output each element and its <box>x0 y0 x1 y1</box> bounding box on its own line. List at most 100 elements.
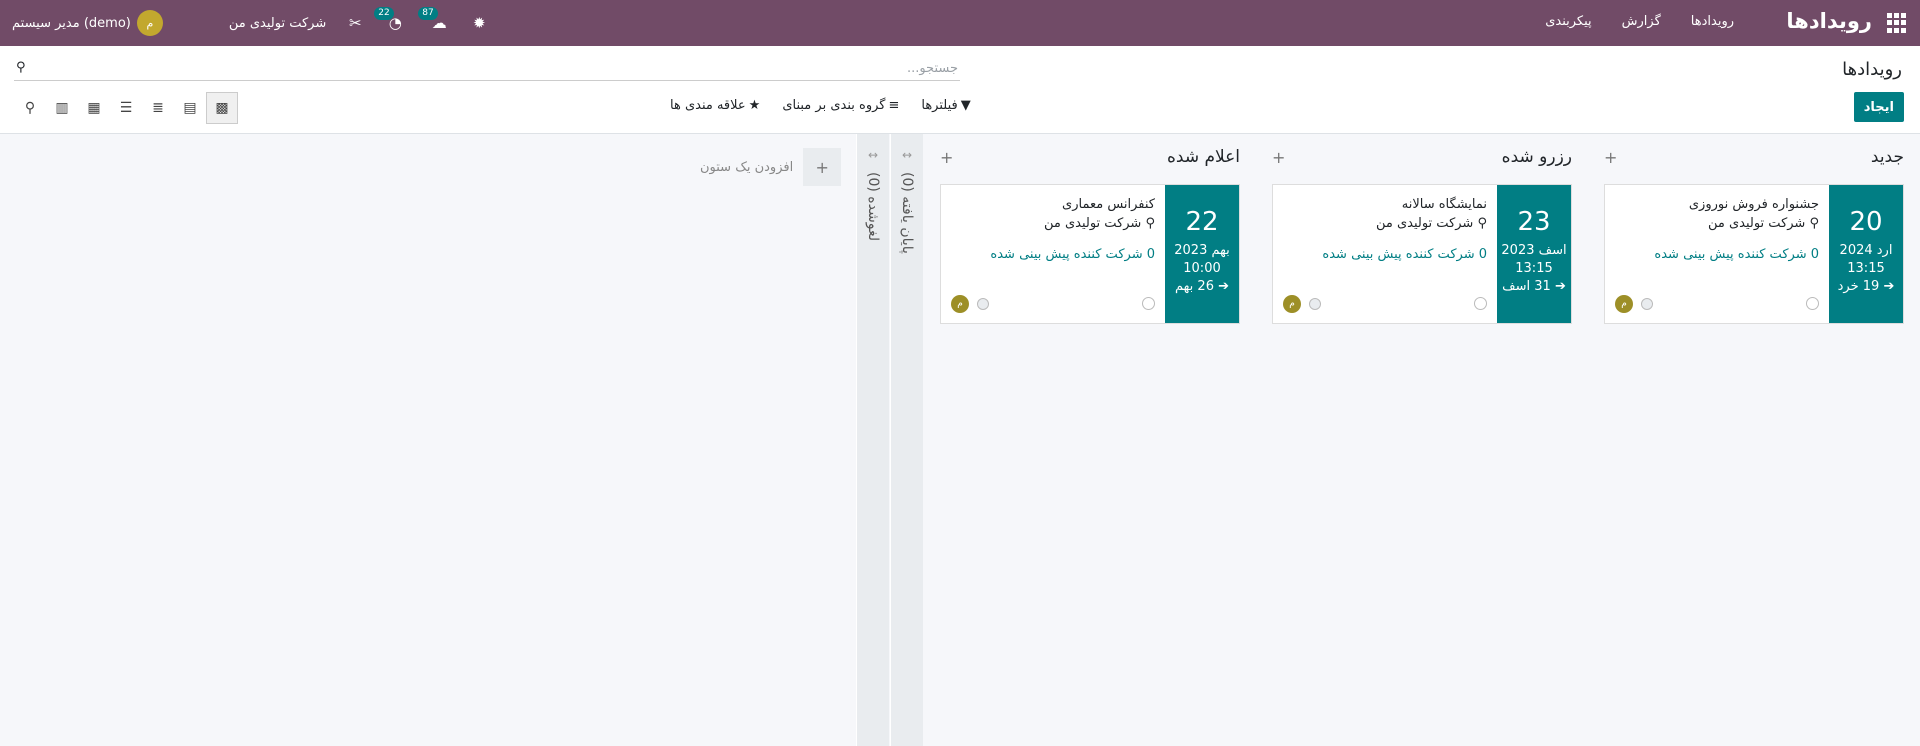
kanban-column: جدید + <box>1604 134 1904 180</box>
add-column[interactable]: + افزودن یک ستون <box>700 148 842 186</box>
messages-badge: 87 <box>418 7 438 20</box>
event-end: ➔ 26 بهم <box>1175 279 1229 294</box>
menu-item-events[interactable]: رویدادها <box>1691 14 1734 29</box>
event-time: 13:15 <box>1847 261 1885 276</box>
quick-create-icon[interactable]: + <box>1272 148 1285 167</box>
pivot-view-icon[interactable]: ▦ <box>78 92 110 124</box>
event-end-date: 19 خرد <box>1837 279 1880 294</box>
filters-toggle[interactable]: ▼فیلترها <box>921 98 970 113</box>
menu-item-report[interactable]: گزارش <box>1622 14 1661 29</box>
star-icon: ★ <box>748 98 761 113</box>
event-location: ⚲ شرکت تولیدی من <box>1615 216 1819 231</box>
quick-create-icon[interactable]: + <box>1604 148 1617 167</box>
search-icon[interactable]: ⚲ <box>16 60 26 75</box>
event-month-year: ارد 2024 <box>1839 243 1893 258</box>
card-body: نمایشگاه سالانه ⚲ شرکت تولیدی من 0 شرکت … <box>1273 185 1497 323</box>
search-options: ▼فیلترها ≡گروه بندی بر مبنای ★علاقه مندی… <box>670 98 971 113</box>
expand-icon: ↔ <box>867 148 879 162</box>
column-header: اعلام شده + <box>940 134 1240 180</box>
event-name: کنفرانس معماری <box>1062 197 1155 212</box>
clock-icon[interactable] <box>1142 297 1155 310</box>
activity-icon[interactable]: ◔ 22 <box>374 7 406 34</box>
event-location-text: شرکت تولیدی من <box>1707 216 1806 231</box>
map-view-icon[interactable]: ⚲ <box>14 92 46 124</box>
add-column-label: افزودن یک ستون <box>700 159 794 175</box>
calendar-view-icon[interactable]: ▤ <box>174 92 206 124</box>
kanban-view-icon[interactable]: ▩ <box>206 92 238 124</box>
kanban-column: اعلام شده + <box>940 134 1240 180</box>
top-navbar: رویدادها رویدادها گزارش پیکربندی مدیر سی… <box>0 0 1920 46</box>
card-footer: م <box>1283 295 1487 315</box>
arrow-icon: ➔ <box>1879 279 1895 294</box>
column-title[interactable]: رزرو شده <box>1502 147 1572 167</box>
graph-view-icon[interactable]: ▥ <box>46 92 78 124</box>
event-date-box: 23 اسف 2023 13:15 ➔ 31 اسف <box>1497 185 1571 323</box>
create-button[interactable]: ایجاد <box>1853 92 1904 122</box>
event-day: 20 <box>1849 207 1883 237</box>
menu-item-config[interactable]: پیکربندی <box>1545 14 1591 29</box>
expand-icon: ↔ <box>901 148 913 162</box>
user-name: مدیر سیستم (demo) <box>12 15 131 31</box>
kanban-card[interactable]: 20 ارد 2024 13:15 ➔ 19 خرد جشنواره فروش … <box>1604 184 1904 324</box>
messages-icon[interactable]: ☁ 87 <box>418 7 450 34</box>
event-location-text: شرکت تولیدی من <box>1375 216 1474 231</box>
groupby-label: گروه بندی بر مبنای <box>782 98 886 113</box>
activity-badge: 22 <box>374 7 394 20</box>
event-end: ➔ 19 خرد <box>1838 279 1895 294</box>
kanban-column: رزرو شده + <box>1272 134 1572 180</box>
event-month-year: بهم 2023 <box>1174 243 1230 258</box>
search-bar: ⚲ <box>14 57 960 81</box>
kanban-board: جدید + 20 ارد 2024 13:15 ➔ 19 خرد جشنوار… <box>0 134 1920 746</box>
card-footer: م <box>1615 295 1819 315</box>
event-day: 23 <box>1517 207 1551 237</box>
page-title: رویدادها <box>1842 59 1902 80</box>
card-footer-left: م <box>1283 295 1321 313</box>
kanban-card[interactable]: 22 بهم 2023 10:00 ➔ 26 بهم کنفرانس معمار… <box>940 184 1240 324</box>
state-dot[interactable] <box>1309 298 1321 310</box>
cohort-view-icon[interactable]: ☰ <box>110 92 142 124</box>
groupby-toggle[interactable]: ≡گروه بندی بر مبنای <box>782 98 899 113</box>
app-menu-icon[interactable] <box>1886 13 1906 33</box>
app-brand[interactable]: رویدادها <box>1786 9 1872 33</box>
clock-icon[interactable] <box>1806 297 1819 310</box>
card-footer-left: م <box>951 295 989 313</box>
card-footer-left: م <box>1615 295 1653 313</box>
folded-column-done[interactable]: ↔ پایان یافته (0) <box>890 134 923 746</box>
event-location-text: شرکت تولیدی من <box>1043 216 1142 231</box>
arrow-icon: ➔ <box>1550 279 1566 294</box>
column-title[interactable]: اعلام شده <box>1167 147 1240 167</box>
state-dot[interactable] <box>1641 298 1653 310</box>
folded-column-label: لغوشده (0) <box>865 172 881 241</box>
bug-icon[interactable]: ✹ <box>468 12 490 34</box>
user-menu[interactable]: مدیر سیستم (demo) م <box>12 10 163 36</box>
map-marker-icon: ⚲ <box>1141 216 1155 231</box>
groupby-icon: ≡ <box>888 98 900 113</box>
filter-icon: ▼ <box>960 98 971 113</box>
company-switcher[interactable]: شرکت تولیدی من <box>229 16 326 31</box>
quick-create-icon[interactable]: + <box>940 148 953 167</box>
event-attendees: 0 شرکت کننده پیش بینی شده <box>1654 247 1819 262</box>
event-end-date: 31 اسف <box>1502 279 1551 294</box>
view-switcher: ⚲ ▥ ▦ ☰ ≣ ▤ ▩ <box>14 92 238 124</box>
favorites-toggle[interactable]: ★علاقه مندی ها <box>670 98 760 113</box>
column-title[interactable]: جدید <box>1871 147 1904 167</box>
clock-icon[interactable] <box>1474 297 1487 310</box>
event-location: ⚲ شرکت تولیدی من <box>1283 216 1487 231</box>
avatar: م <box>1615 295 1633 313</box>
search-input[interactable] <box>14 57 960 79</box>
kanban-card[interactable]: 23 اسف 2023 13:15 ➔ 31 اسف نمایشگاه سالا… <box>1272 184 1572 324</box>
list-view-icon[interactable]: ≣ <box>142 92 174 124</box>
event-name: جشنواره فروش نوروزی <box>1688 197 1819 212</box>
event-location: ⚲ شرکت تولیدی من <box>951 216 1155 231</box>
column-header: رزرو شده + <box>1272 134 1572 180</box>
map-marker-icon: ⚲ <box>1805 216 1819 231</box>
tools-icon[interactable]: ✂ <box>344 12 366 34</box>
event-time: 10:00 <box>1183 261 1221 276</box>
card-body: کنفرانس معماری ⚲ شرکت تولیدی من 0 شرکت ک… <box>941 185 1165 323</box>
state-dot[interactable] <box>977 298 989 310</box>
favorites-label: علاقه مندی ها <box>670 98 746 113</box>
event-time: 13:15 <box>1515 261 1553 276</box>
folded-column-cancelled[interactable]: ↔ لغوشده (0) <box>856 134 889 746</box>
event-date-box: 22 بهم 2023 10:00 ➔ 26 بهم <box>1165 185 1239 323</box>
avatar: م <box>951 295 969 313</box>
